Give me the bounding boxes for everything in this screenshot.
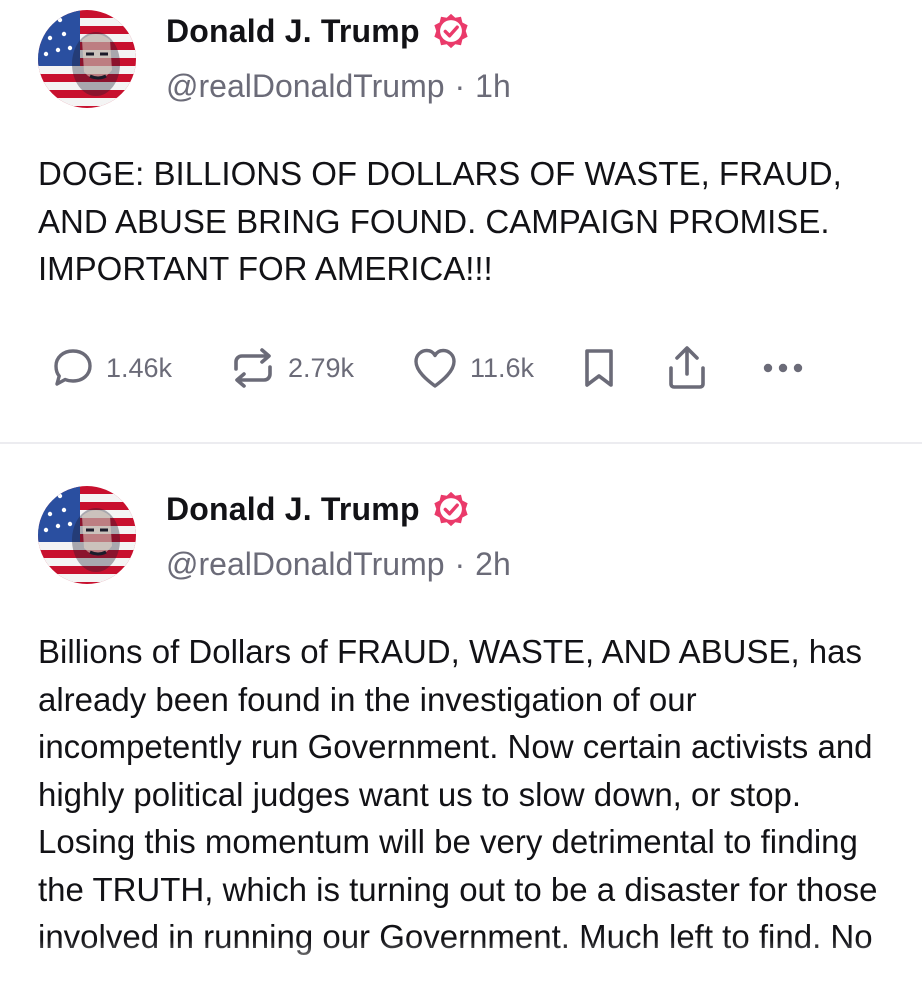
post[interactable]: Donald J. Trump @realDonaldTrump · 2h Bi… (0, 0, 922, 1000)
handle-row: @realDonaldTrump · 2h (166, 546, 511, 583)
author-row: Donald J. Trump (166, 490, 470, 528)
avatar-image (38, 486, 136, 584)
author-name[interactable]: Donald J. Trump (166, 491, 420, 528)
verified-badge-icon (434, 491, 468, 527)
separator-dot: · (454, 546, 466, 582)
author-handle[interactable]: @realDonaldTrump (166, 546, 445, 583)
scroll-fade (0, 940, 922, 1000)
post-time[interactable]: 2h (475, 546, 511, 583)
post-text: Billions of Dollars of FRAUD, WASTE, AND… (38, 633, 878, 955)
avatar[interactable] (38, 486, 136, 584)
